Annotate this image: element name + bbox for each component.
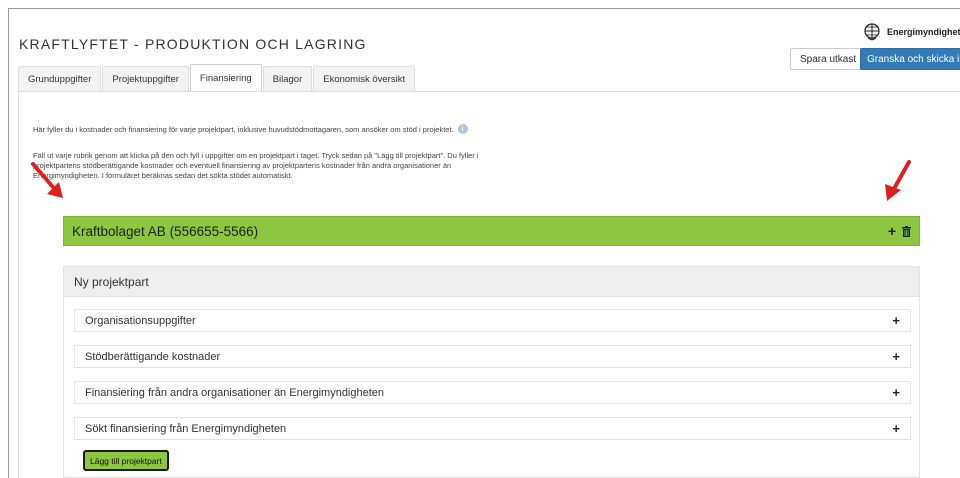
tab-bar: Grunduppgifter Projektuppgifter Finansie… [18,64,416,91]
accordion-stodberattigande-kostnader[interactable]: Stödberättigande kostnader + [74,345,911,368]
accordion-label: Finansiering från andra organisationer ä… [85,386,385,399]
tab-finansiering[interactable]: Finansiering [189,64,262,91]
intro-text-row: Här fyller du i kostnader och finansieri… [33,124,468,134]
app-frame: KRAFTLYFTET - PRODUKTION OCH LAGRING Ene… [8,8,960,478]
instructions: Fäll ut varje rubrik genom att klicka på… [33,151,633,181]
accordion-label: Stödberättigande kostnader [85,350,221,363]
new-project-party-heading: Ny projektpart [64,267,919,297]
review-and-submit-button[interactable]: Granska och skicka in [860,48,960,70]
expand-plus-icon[interactable]: + [892,421,900,436]
instructions-line: projektpartens stödberättigande kostnade… [33,161,452,170]
project-party-name: Kraftbolaget AB (556655-5566) [72,223,259,239]
red-arrow-right-icon [885,160,911,201]
instructions-line: Energimyndigheten. I formuläret beräknas… [33,171,293,180]
tab-bilagor[interactable]: Bilagor [262,66,313,91]
tab-grunduppgifter[interactable]: Grunduppgifter [18,66,102,91]
instructions-line: Fäll ut varje rubrik genom att klicka på… [33,151,479,160]
plus-icon[interactable]: + [888,223,896,239]
page-title: KRAFTLYFTET - PRODUKTION OCH LAGRING [19,36,367,52]
energimyndigheten-logo-icon [864,23,880,41]
accordion-organisationsuppgifter[interactable]: Organisationsuppgifter + [74,309,911,332]
intro-text: Här fyller du i kostnader och finansieri… [33,124,454,134]
accordion-finansiering-andra-organisationer[interactable]: Finansiering från andra organisationer ä… [74,381,911,404]
new-project-party-panel: Ny projektpart Organisationsuppgifter + … [63,266,920,478]
expand-plus-icon[interactable]: + [892,385,900,400]
tab-projektuppgifter[interactable]: Projektuppgifter [102,66,189,91]
expand-plus-icon[interactable]: + [892,313,900,328]
tab-content-finansiering: Här fyller du i kostnader och finansieri… [18,91,960,478]
project-party-actions: + [888,223,911,239]
tab-ekonomisk-oversikt[interactable]: Ekonomisk översikt [313,66,416,91]
logo: Energimyndigheten [863,23,960,41]
accordion-sokt-finansiering[interactable]: Sökt finansiering från Energimyndigheten… [74,417,911,440]
save-draft-button[interactable]: Spara utkast [790,48,867,70]
logo-text: Energimyndigheten [887,27,960,37]
accordion-label: Organisationsuppgifter [85,314,196,327]
info-icon[interactable]: i [457,124,468,134]
accordion-label: Sökt finansiering från Energimyndigheten [85,422,287,435]
expand-plus-icon[interactable]: + [892,349,900,364]
add-project-party-button[interactable]: Lägg till projektpart [83,450,169,471]
trash-icon[interactable] [902,225,911,237]
project-party-bar[interactable]: Kraftbolaget AB (556655-5566) + [63,216,920,246]
red-arrow-left-icon [31,162,63,198]
